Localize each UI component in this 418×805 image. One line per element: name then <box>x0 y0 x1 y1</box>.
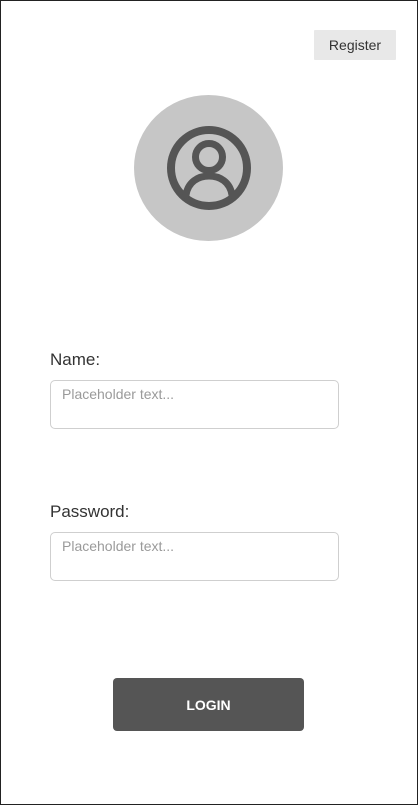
avatar <box>134 95 283 241</box>
name-input-container[interactable] <box>50 380 339 429</box>
user-circle-icon <box>166 126 251 210</box>
password-label: Password: <box>50 502 130 521</box>
login-screen: Register Name: Password: LOGIN <box>0 0 418 805</box>
name-input[interactable] <box>51 383 338 405</box>
register-button[interactable]: Register <box>314 30 396 60</box>
login-button[interactable]: LOGIN <box>113 678 304 731</box>
name-label: Name: <box>50 350 101 369</box>
password-input[interactable] <box>51 535 338 557</box>
password-input-container[interactable] <box>50 532 339 581</box>
